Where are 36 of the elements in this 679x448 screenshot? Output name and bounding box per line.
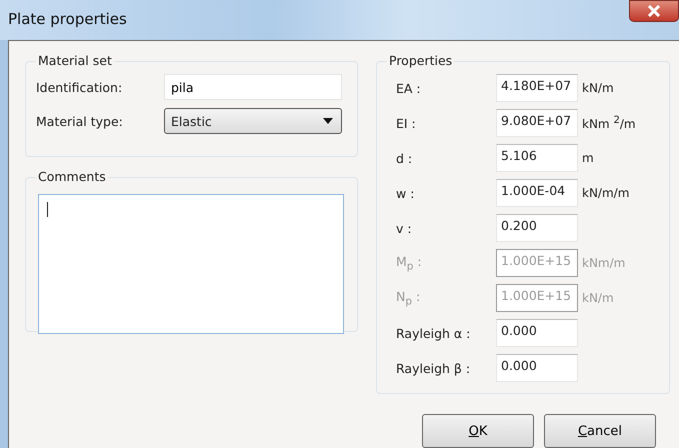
dropdown-arrow-icon [323,118,333,124]
property-label: d : [396,150,414,166]
identification-field[interactable]: pila [164,74,342,100]
property-label: v : [396,220,413,236]
property-label: w : [396,186,416,200]
property-field[interactable]: 1.000E-04 [496,179,578,207]
property-label: Rayleigh β : [396,360,472,376]
close-button[interactable] [629,0,679,22]
material-type-dropdown[interactable]: Elastic [164,108,342,134]
property-field[interactable]: 0.000 [496,319,578,347]
property-field[interactable]: 5.106 [496,144,578,172]
unit-label: kN/m/m [582,186,630,200]
comments-field[interactable] [38,194,344,334]
material-type-label: Material type: [36,114,124,128]
unit-label: kN/m [582,81,614,95]
property-field[interactable]: 0.200 [496,214,578,242]
property-label: EI : [396,116,417,130]
property-label: EA : [396,80,422,96]
window-title: Plate properties [8,10,127,28]
group-title: Material set [36,53,114,68]
unit-label: m [582,151,594,165]
group-title: Properties [387,53,454,68]
identification-label: Identification: [36,80,124,94]
cancel-button[interactable]: Cancel [544,414,656,448]
unit-label: kNm/m [582,256,626,270]
property-field[interactable]: 0.000 [496,354,578,382]
close-icon [647,5,661,17]
unit-label: kNm $^{2}$/m [582,115,636,131]
property-label: M$_{p}$ : [396,254,423,272]
property-field[interactable]: 4.180E+07 [496,74,578,102]
ok-button[interactable]: OK [422,414,534,448]
property-field[interactable]: 9.080E+07 [496,109,578,137]
property-label: Rayleigh α : [396,326,472,340]
property-label: N$_{p}$ : [396,288,422,308]
unit-label: kN/m [582,291,614,305]
group-title: Comments [36,169,108,184]
